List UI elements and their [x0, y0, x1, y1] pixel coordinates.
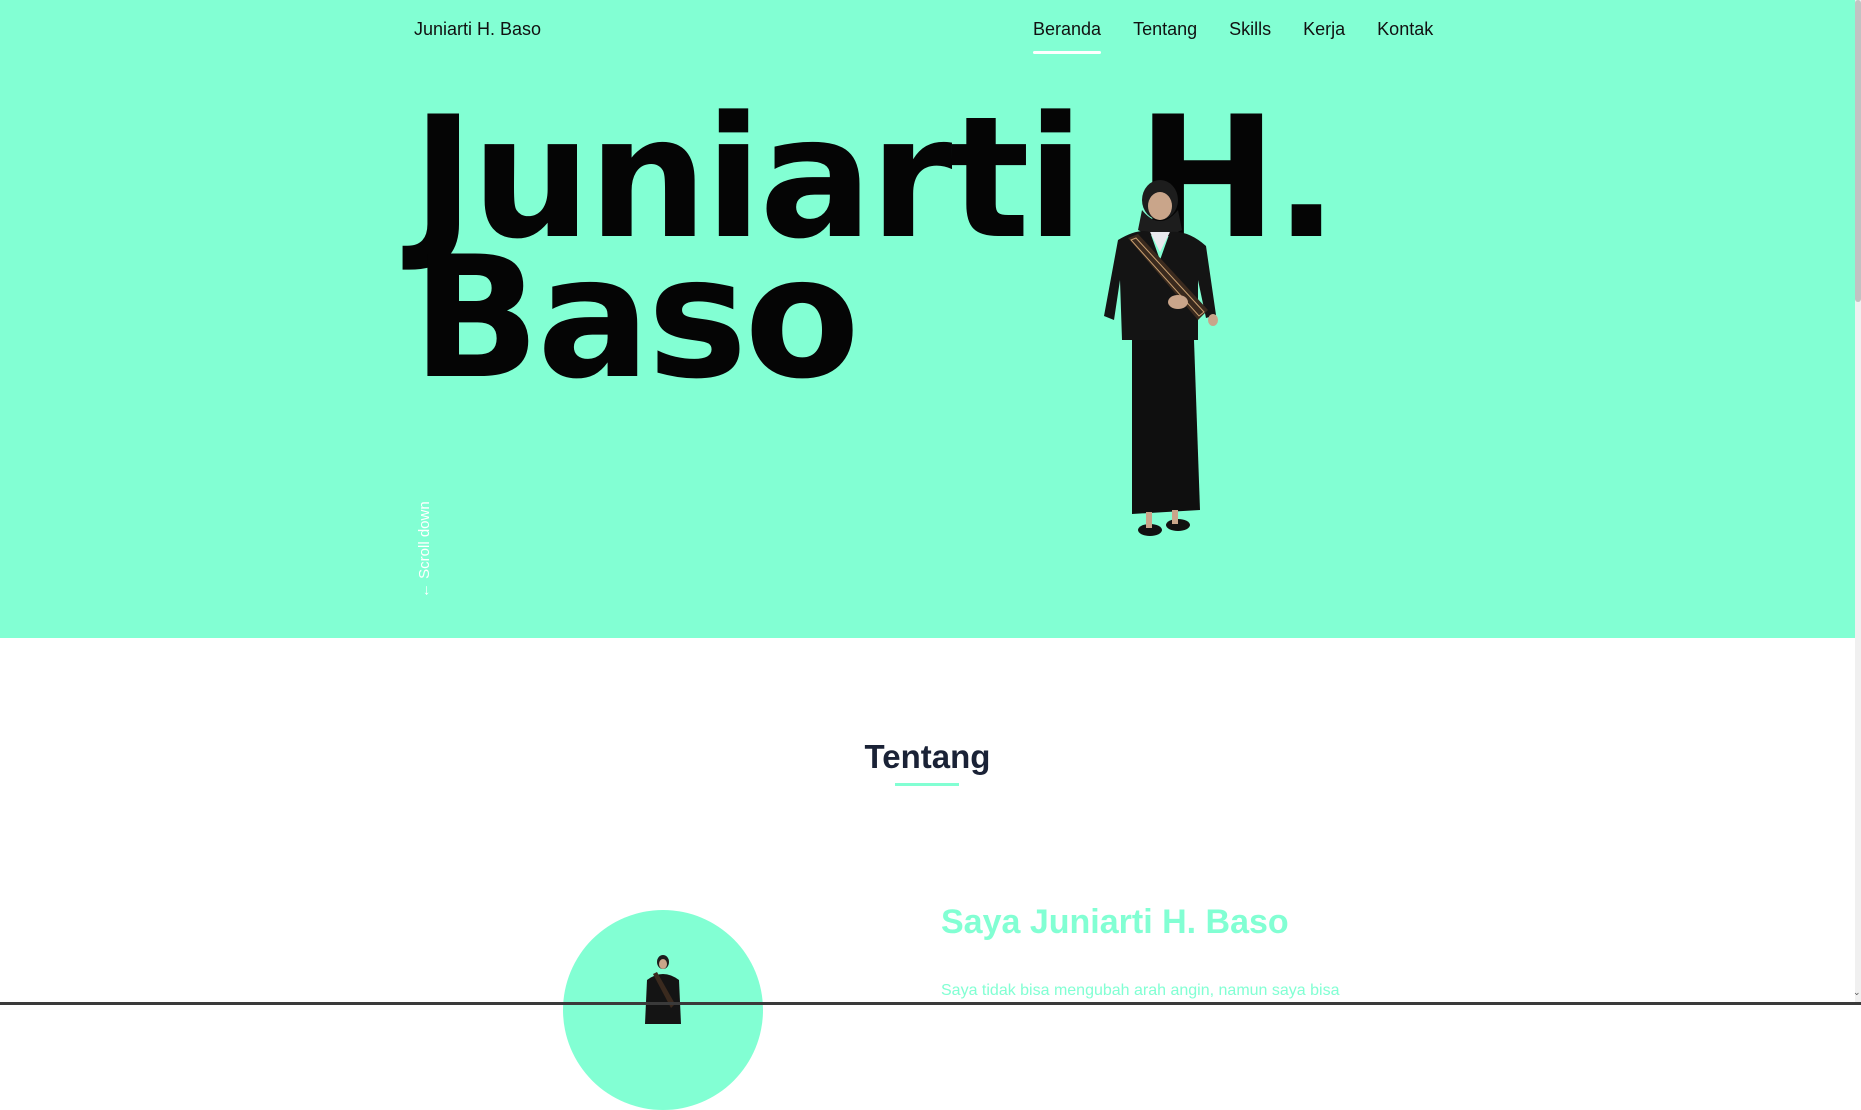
- nav-skills[interactable]: Skills: [1229, 19, 1271, 54]
- nav-beranda[interactable]: Beranda: [1033, 19, 1102, 54]
- nav-kontak[interactable]: Kontak: [1377, 19, 1433, 54]
- about-avatar: [563, 910, 763, 1110]
- about-heading: Saya Juniarti H. Baso: [941, 903, 1289, 941]
- scrollbar-thumb[interactable]: [1855, 0, 1861, 302]
- scrollbar[interactable]: [1855, 0, 1861, 1005]
- scroll-down-arrow-icon[interactable]: ⌄: [1853, 988, 1861, 997]
- hero-section: Juniarti H. Baso Beranda Tentang Skills …: [0, 0, 1855, 638]
- scroll-down-link[interactable]: ← Scroll down: [416, 501, 433, 598]
- main-nav: Beranda Tentang Skills Kerja Kontak: [1033, 19, 1433, 54]
- hero-person-photo: [1104, 180, 1218, 536]
- hero-title-line2: Baso: [412, 220, 860, 416]
- site-logo[interactable]: Juniarti H. Baso: [414, 19, 541, 40]
- nav-tentang[interactable]: Tentang: [1133, 19, 1197, 54]
- about-text: Saya tidak bisa mengubah arah angin, nam…: [941, 982, 1340, 999]
- section-title-underline: [895, 783, 959, 786]
- about-person-photo: [645, 955, 681, 1024]
- about-section-title: Tentang: [864, 738, 991, 775]
- nav-kerja[interactable]: Kerja: [1303, 19, 1345, 54]
